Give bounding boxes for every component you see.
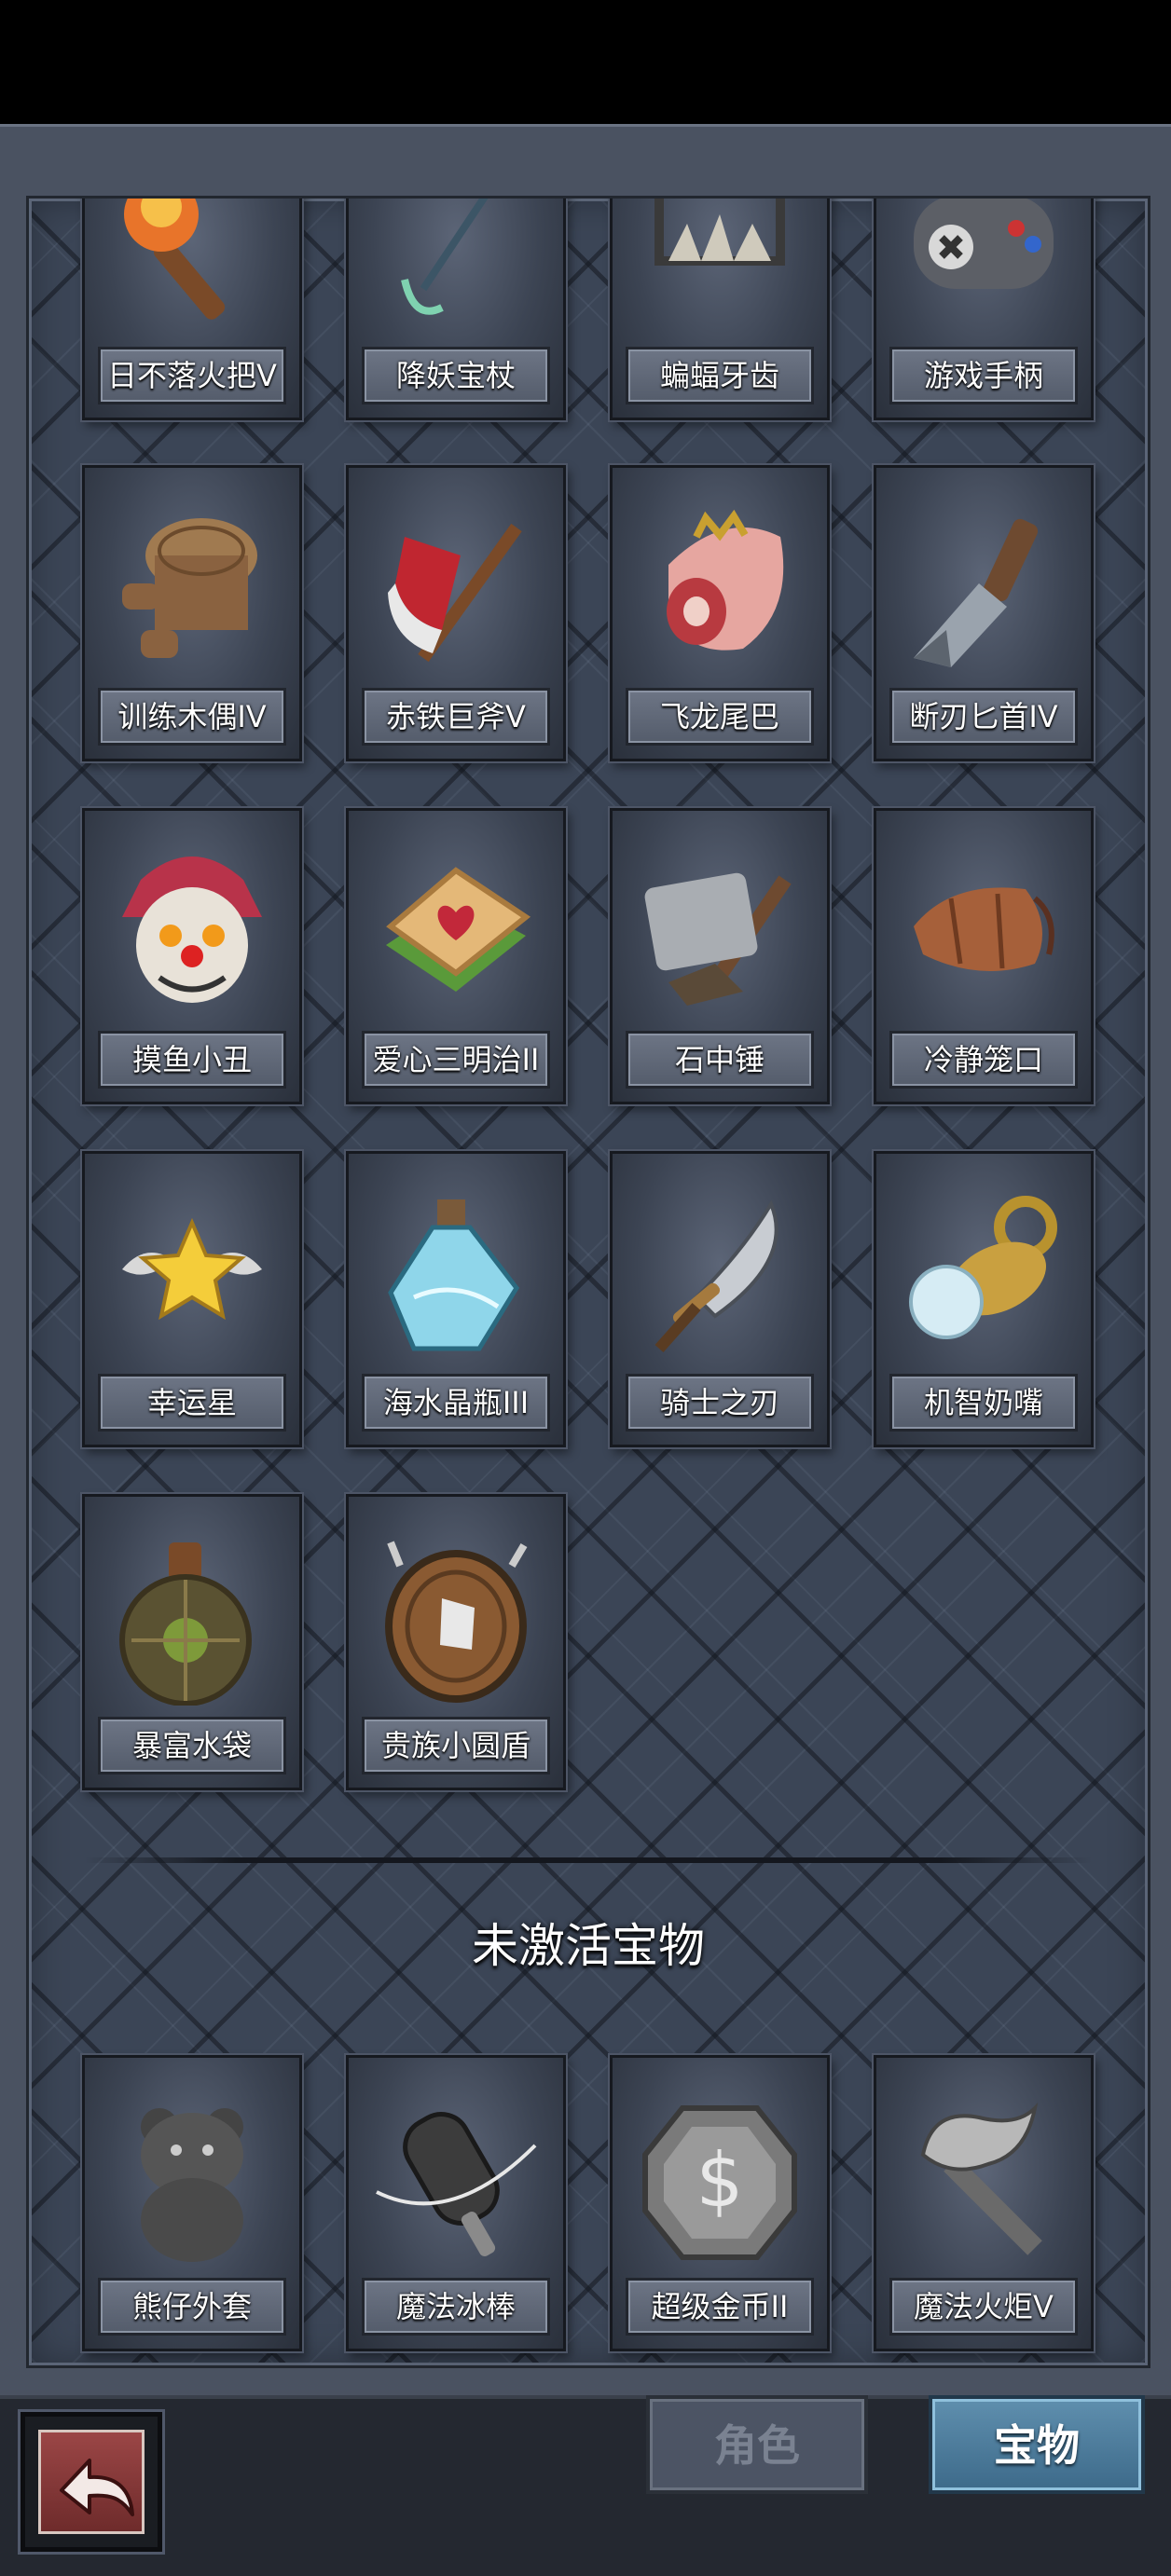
wooden-dummy-icon [122,518,257,658]
treasure-name-label: 断刃匕首IV [889,688,1078,746]
treasure-name-label: 魔法冰棒 [362,2278,550,2336]
treasure-card[interactable]: 日不落火把V [82,199,302,420]
status-bar-area [0,0,1171,124]
gamepad-icon [914,199,1054,289]
back-arrow-icon [38,2430,145,2534]
ice-pop-icon [376,2112,537,2256]
treasure-name-label: 海水晶瓶III [362,1374,550,1432]
treasure-name-label: 幸运星 [98,1374,286,1432]
inactive-treasure-card[interactable]: 熊仔外套 [82,2055,302,2351]
treasure-name-label: 训练木偶IV [98,688,286,746]
svg-text:$: $ [696,2137,744,2224]
treasure-card[interactable]: 贵族小圆盾 [346,1494,566,1790]
pacifier-icon [909,1196,1057,1339]
treasure-name-label: 石中锤 [626,1031,814,1089]
jester-mask-icon [122,856,262,1003]
treasure-name-label: 日不落火把V [98,347,286,404]
treasure-name-label: 游戏手柄 [889,347,1078,404]
staff-icon [401,199,489,315]
inactive-treasure-card[interactable]: 魔法火炬V [874,2055,1094,2351]
treasure-name-label: 骑士之刃 [626,1374,814,1432]
treasure-panel[interactable]: 日不落火把V 降妖宝杖 蝙蝠牙齿 游戏手柄训练木偶IV 赤铁巨斧V 飞龙尾巴 断刃匕首IV 摸… [26,196,1150,2368]
treasure-card[interactable]: 暴富水袋 [82,1494,302,1790]
treasure-name-label: 超级金币II [626,2278,814,2336]
stone-hammer-icon [644,872,792,1006]
treasure-card[interactable]: 摸鱼小丑 [82,808,302,1104]
torch-icon [124,199,226,320]
treasure-card[interactable]: 机智奶嘴 [874,1151,1094,1447]
treasure-card[interactable]: 石中锤 [610,808,830,1104]
inactive-treasure-card[interactable]: $ 超级金币II [610,2055,830,2351]
treasure-name-label: 熊仔外套 [98,2278,286,2336]
treasure-card[interactable]: 游戏手柄 [874,199,1094,420]
treasure-card[interactable]: 爱心三明治II [346,808,566,1104]
treasure-name-label: 摸鱼小丑 [98,1031,286,1089]
treasure-card[interactable]: 训练木偶IV [82,465,302,761]
winged-star-icon [122,1217,262,1321]
heart-sandwich-icon [386,867,531,992]
treasure-name-label: 赤铁巨斧V [362,688,550,746]
muzzle-icon [914,887,1054,971]
magic-torch-icon [920,2102,1042,2255]
inactive-treasure-card[interactable]: 魔法冰棒 [346,2055,566,2351]
treasure-name-label: 降妖宝杖 [362,347,550,404]
tab-role[interactable]: 角色 [646,2395,868,2494]
bear-coat-icon [141,2108,243,2262]
treasure-card[interactable]: 飞龙尾巴 [610,465,830,761]
treasure-name-label: 机智奶嘴 [889,1374,1078,1432]
back-button[interactable] [21,2412,162,2552]
treasure-name-label: 贵族小圆盾 [362,1717,550,1774]
water-flask-icon [119,1542,252,1706]
crystal-bottle-icon [388,1199,520,1351]
section-divider [85,1857,1092,1863]
treasure-name-label: 蝙蝠牙齿 [626,347,814,404]
inactive-section-title: 未激活宝物 [472,1919,705,1973]
treasure-card[interactable]: 幸运星 [82,1151,302,1447]
tab-treasure[interactable]: 宝物 [929,2395,1145,2494]
round-shield-icon [385,1541,528,1703]
treasure-card[interactable]: 蝙蝠牙齿 [610,199,830,420]
dragon-tail-icon [667,509,784,651]
treasure-card[interactable]: 赤铁巨斧V [346,465,566,761]
bat-teeth-icon [654,199,785,266]
treasure-card[interactable]: 断刃匕首IV [874,465,1094,761]
gold-coin-icon: $ [642,2105,797,2260]
treasure-name-label: 爱心三明治II [362,1031,550,1089]
treasure-name-label: 暴富水袋 [98,1717,286,1774]
treasure-name-label: 飞龙尾巴 [626,688,814,746]
treasure-card[interactable]: 降妖宝杖 [346,199,566,420]
treasure-card[interactable]: 骑士之刃 [610,1151,830,1447]
red-axe-icon [388,523,522,663]
treasure-name-label: 冷静笼口 [889,1031,1078,1089]
broken-dagger-icon [914,518,1039,667]
treasure-card[interactable]: 海水晶瓶III [346,1151,566,1447]
treasure-card[interactable]: 冷静笼口 [874,808,1094,1104]
treasure-name-label: 魔法火炬V [889,2278,1078,2336]
knight-blade-icon [654,1199,778,1352]
